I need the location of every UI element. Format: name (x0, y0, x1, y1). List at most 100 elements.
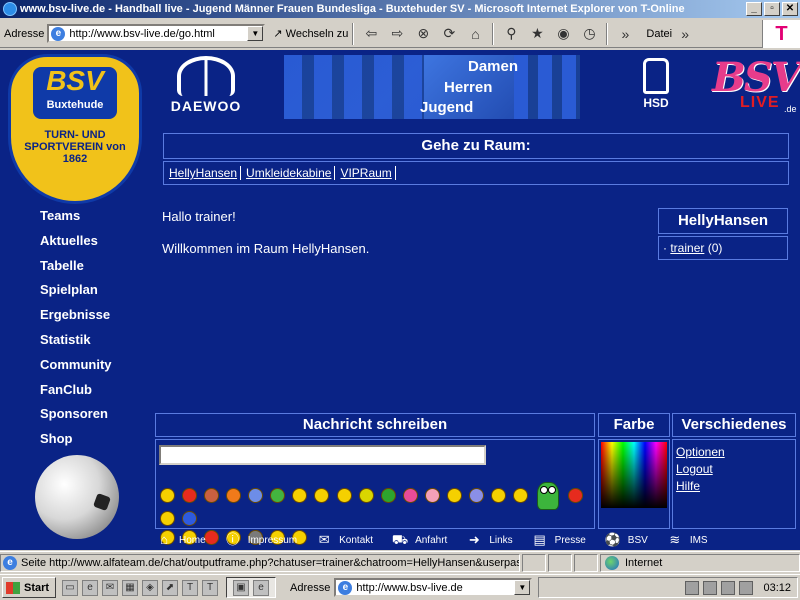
smiley-angry-icon[interactable] (182, 487, 198, 503)
maximize-button[interactable]: ▫ (764, 2, 780, 16)
app-icon[interactable]: ⬈ (162, 579, 178, 596)
smiley-shades-icon[interactable] (513, 487, 528, 503)
room-link-hellyhansen[interactable]: HellyHansen (166, 166, 242, 180)
smiley-sleep-icon[interactable] (292, 487, 308, 503)
smiley-blue-icon[interactable] (182, 511, 198, 526)
footer-link-home[interactable]: ⌂ Home (155, 533, 206, 547)
tray-icon[interactable] (685, 580, 700, 595)
footer-link-links[interactable]: ➜ Links (465, 532, 513, 547)
smiley-grin-icon[interactable] (160, 487, 175, 503)
smiley-sick-icon[interactable] (270, 487, 286, 503)
club-logo[interactable]: BSV Buxtehude TURN- UND SPORTVEREIN von … (8, 54, 142, 204)
smiley-love-icon[interactable] (402, 487, 418, 503)
nav-item-tabelle[interactable]: Tabelle (40, 258, 150, 283)
page-icon: e (51, 26, 66, 41)
back-icon[interactable]: ⇦ (360, 23, 382, 45)
nav-item-community[interactable]: Community (40, 357, 150, 382)
search-icon[interactable]: ⚲ (500, 23, 522, 45)
address-url[interactable]: http://www.bsv-live.de/go.html (69, 28, 247, 40)
refresh-icon[interactable]: ⟳ (438, 23, 460, 45)
keyboard-icon[interactable] (721, 580, 736, 595)
footer-link-label: Impressum (247, 534, 298, 546)
show-desktop-icon[interactable]: ▭ (62, 579, 78, 596)
chevron-right-icon[interactable]: » (674, 23, 696, 45)
help-link[interactable]: Hilfe (676, 478, 725, 494)
app-icon[interactable]: ◈ (142, 579, 158, 596)
teams-banner[interactable]: Damen Herren Jugend (284, 55, 580, 119)
nav-item-teams[interactable]: Teams (40, 208, 150, 233)
smiley-shock-icon[interactable] (490, 487, 506, 503)
footer-link-bsv[interactable]: ⚽ BSV (604, 533, 648, 547)
toolbar-separator (606, 22, 609, 45)
minimize-button[interactable]: _ (746, 2, 762, 16)
network-icon[interactable] (739, 580, 754, 595)
t-online-icon[interactable]: T (202, 579, 218, 596)
quick-launch: ▭ e ✉ ▦ ◈ ⬈ T T (60, 579, 220, 596)
smiley-silly-icon[interactable] (358, 487, 374, 503)
smiley-smile-icon[interactable] (160, 511, 175, 526)
room-link-vipraum[interactable]: VIPRaum (337, 166, 396, 180)
smiley-mad-icon[interactable] (204, 487, 220, 503)
nav-item-sponsoren[interactable]: Sponsoren (40, 406, 150, 431)
bsv-live-logo-tld: .de (784, 104, 797, 114)
app-icon[interactable]: ▦ (122, 579, 138, 596)
file-menu[interactable]: Datei (646, 28, 672, 40)
footer-link-kontakt[interactable]: ✉ Kontakt (315, 533, 373, 547)
close-button[interactable]: ✕ (782, 2, 798, 16)
logout-link[interactable]: Logout (676, 461, 725, 477)
home-icon: ⌂ (160, 532, 168, 547)
smiley-cool-icon[interactable] (314, 487, 330, 503)
chat-welcome-message: Willkommen im Raum HellyHansen. (162, 241, 370, 256)
user-link[interactable]: trainer (670, 241, 704, 255)
status-cell (548, 553, 572, 572)
smiley-shout-icon[interactable] (226, 487, 242, 503)
volume-icon[interactable] (703, 580, 718, 595)
arrow-icon: ➜ (468, 532, 480, 547)
options-link[interactable]: Optionen (676, 444, 725, 460)
favorites-icon[interactable]: ★ (526, 23, 548, 45)
smiley-alien-icon[interactable] (380, 487, 396, 503)
history-icon[interactable]: ◷ (578, 23, 600, 45)
go-button[interactable]: ↗ Wechseln zu (273, 27, 348, 41)
message-input[interactable] (159, 445, 486, 465)
address-input[interactable]: e http://www.bsv-live.de/go.html ▼ (47, 24, 266, 43)
address-dropdown-icon[interactable]: ▼ (247, 26, 264, 41)
taskbar-address-input[interactable]: e http://www.bsv-live.de ▼ (334, 578, 533, 597)
chevron-down-icon[interactable]: ▼ (514, 580, 531, 595)
nav-item-ergebnisse[interactable]: Ergebnisse (40, 307, 150, 332)
room-link-umkleidekabine[interactable]: Umkleidekabine (243, 166, 336, 180)
t-online-icon[interactable]: T (182, 579, 198, 596)
clock: 03:12 (763, 581, 791, 594)
nav-item-statistik[interactable]: Statistik (40, 332, 150, 357)
media-icon[interactable]: ◉ (552, 23, 574, 45)
nav-item-spielplan[interactable]: Spielplan (40, 282, 150, 307)
smiley-sad-icon[interactable] (248, 487, 264, 503)
forward-icon[interactable]: ⇨ (386, 23, 408, 45)
smiley-laugh-icon[interactable] (336, 487, 352, 503)
daewoo-logo[interactable]: DAEWOO (166, 56, 246, 120)
nav-item-shop[interactable]: Shop (40, 431, 150, 456)
outlook-icon[interactable]: ✉ (102, 579, 118, 596)
smiley-clown-icon[interactable] (424, 487, 440, 503)
smiley-confused-icon[interactable] (468, 487, 484, 503)
monster-icon[interactable] (537, 482, 560, 510)
ie-icon[interactable]: e (82, 579, 98, 596)
start-button[interactable]: Start (2, 577, 56, 598)
nav-item-fanclub[interactable]: FanClub (40, 382, 150, 407)
smiley-eat-icon[interactable] (446, 487, 462, 503)
footer-link-ims[interactable]: ≋ IMS (666, 533, 707, 547)
hsd-logo[interactable]: HSD (636, 58, 676, 118)
nav-item-aktuelles[interactable]: Aktuelles (40, 233, 150, 258)
footer-link-impressum[interactable]: ⓘ Impressum (224, 533, 297, 547)
smiley-devil-icon[interactable] (568, 487, 584, 503)
footer-link-presse[interactable]: ▤ Presse (531, 533, 586, 547)
taskbar-window-button[interactable]: ▣ e (226, 577, 276, 598)
color-picker[interactable] (601, 442, 667, 508)
footer-link-anfahrt[interactable]: ⛟ Anfahrt (391, 533, 447, 547)
footer-link-label: Home (179, 534, 206, 546)
home-icon[interactable]: ⌂ (464, 23, 486, 45)
chevron-right-icon[interactable]: » (614, 23, 636, 45)
taskbar-address-url[interactable]: http://www.bsv-live.de (356, 582, 514, 594)
stop-icon[interactable]: ⊗ (412, 23, 434, 45)
bsv-live-logo[interactable]: BSV LIVE .de (710, 54, 800, 118)
